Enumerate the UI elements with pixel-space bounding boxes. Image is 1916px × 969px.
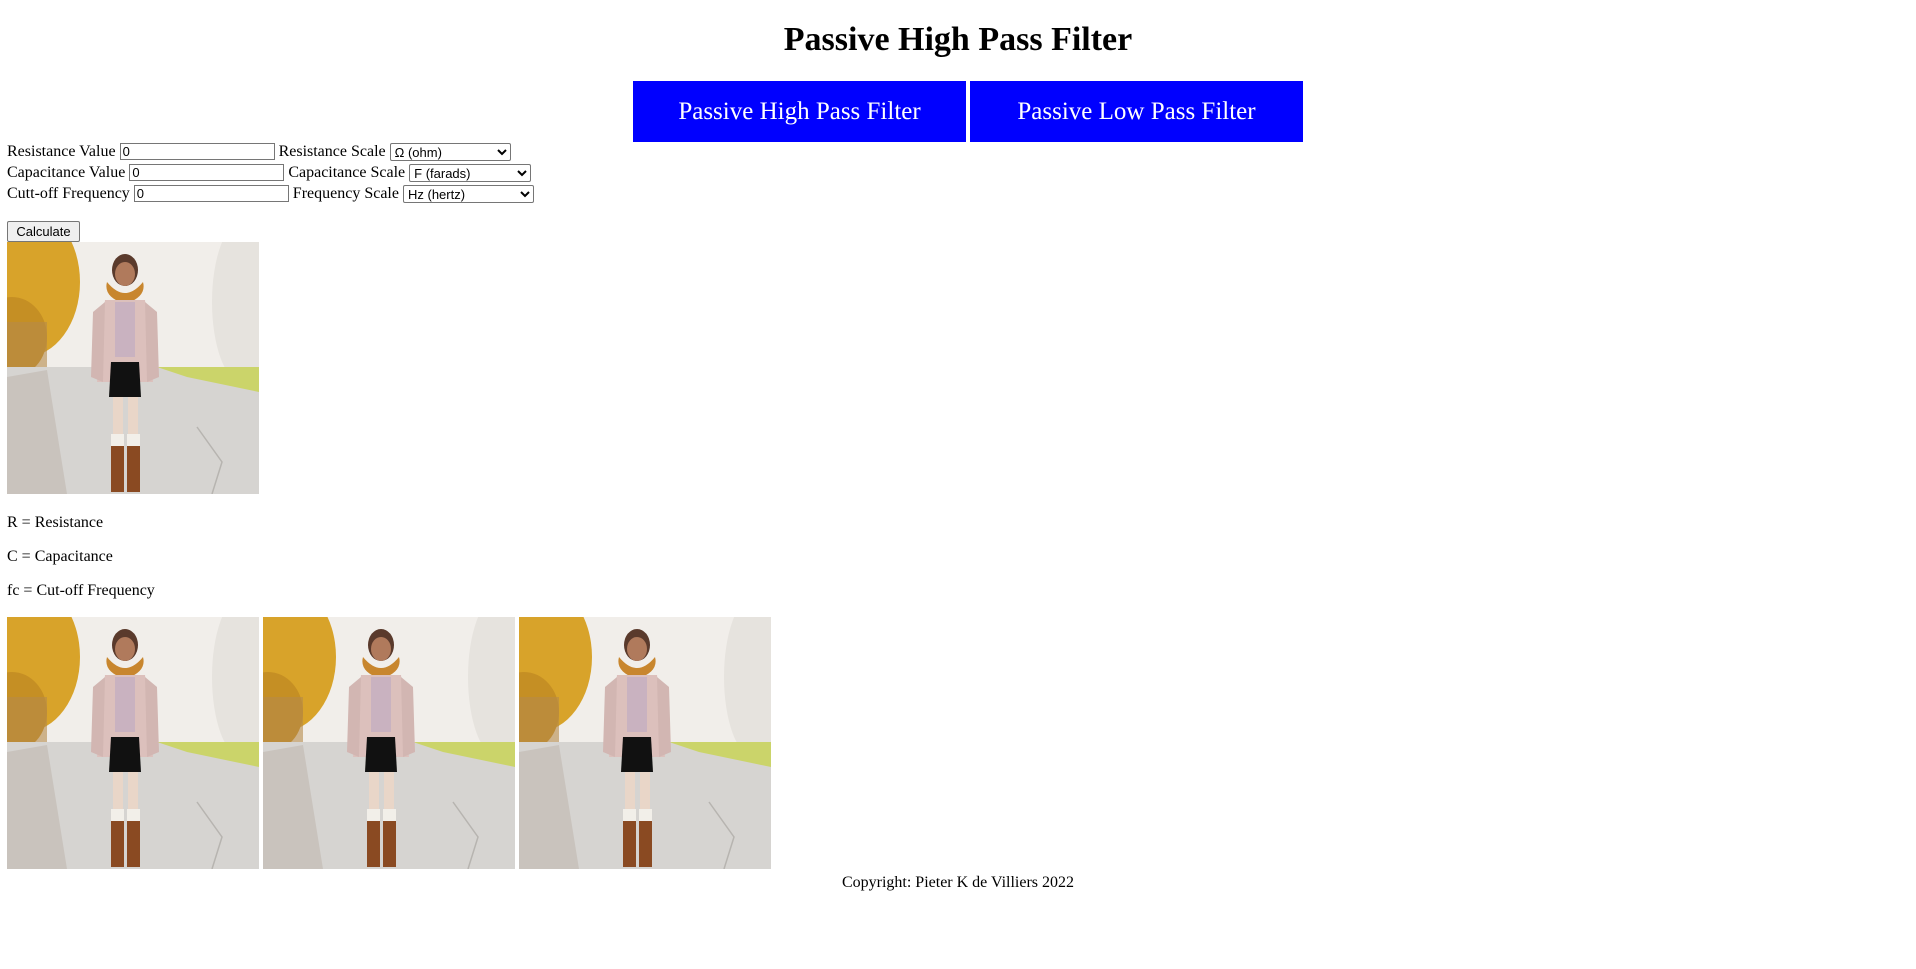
resistance-value-input[interactable] <box>119 143 275 160</box>
woman-photo-image <box>263 617 515 869</box>
resistance-scale-select[interactable]: Ω (ohm) <box>389 142 511 161</box>
woman-photo-image <box>7 242 259 494</box>
footer-copyright: Copyright: Pieter K de Villiers 2022 <box>841 874 1075 891</box>
legend-cutoff-frequency: fc = Cut-off Frequency <box>7 582 155 599</box>
calculate-button[interactable]: Calculate <box>7 221 80 242</box>
frequency-scale-label: Frequency Scale <box>292 185 399 202</box>
low-pass-filter-button[interactable]: Passive Low Pass Filter <box>970 81 1303 142</box>
capacitance-value-label: Capacitance Value <box>7 164 126 181</box>
filter-nav: Passive High Pass Filter Passive Low Pas… <box>633 81 1303 142</box>
formula-frequency-image <box>519 617 771 869</box>
formula-capacitance-image <box>263 617 515 869</box>
frequency-value-input[interactable] <box>133 185 289 202</box>
capacitance-scale-select[interactable]: F (farads) <box>409 163 532 182</box>
page: Passive High Pass Filter Passive High Pa… <box>0 0 1916 969</box>
woman-photo-image <box>519 617 771 869</box>
legend-resistance: R = Resistance <box>7 514 104 531</box>
high-pass-filter-button[interactable]: Passive High Pass Filter <box>633 81 966 142</box>
woman-photo-image <box>7 617 259 869</box>
page-title: Passive High Pass Filter <box>783 21 1133 58</box>
capacitance-row: Capacitance Value Capacitance Scale F (f… <box>7 162 534 183</box>
capacitance-value-input[interactable] <box>129 164 285 181</box>
resistance-scale-label: Resistance Scale <box>278 143 386 160</box>
formula-resistance-image <box>7 617 259 869</box>
legend-capacitance: C = Capacitance <box>7 548 113 565</box>
frequency-scale-select[interactable]: Hz (hertz) <box>402 184 534 203</box>
filter-form: Resistance Value Resistance Scale Ω (ohm… <box>7 141 534 204</box>
frequency-value-label: Cutt-off Frequency <box>7 185 130 202</box>
resistance-row: Resistance Value Resistance Scale Ω (ohm… <box>7 141 534 162</box>
resistance-value-label: Resistance Value <box>7 143 116 160</box>
capacitance-scale-label: Capacitance Scale <box>288 164 406 181</box>
filter-diagram-image <box>7 242 259 494</box>
frequency-row: Cutt-off Frequency Frequency Scale Hz (h… <box>7 183 534 204</box>
